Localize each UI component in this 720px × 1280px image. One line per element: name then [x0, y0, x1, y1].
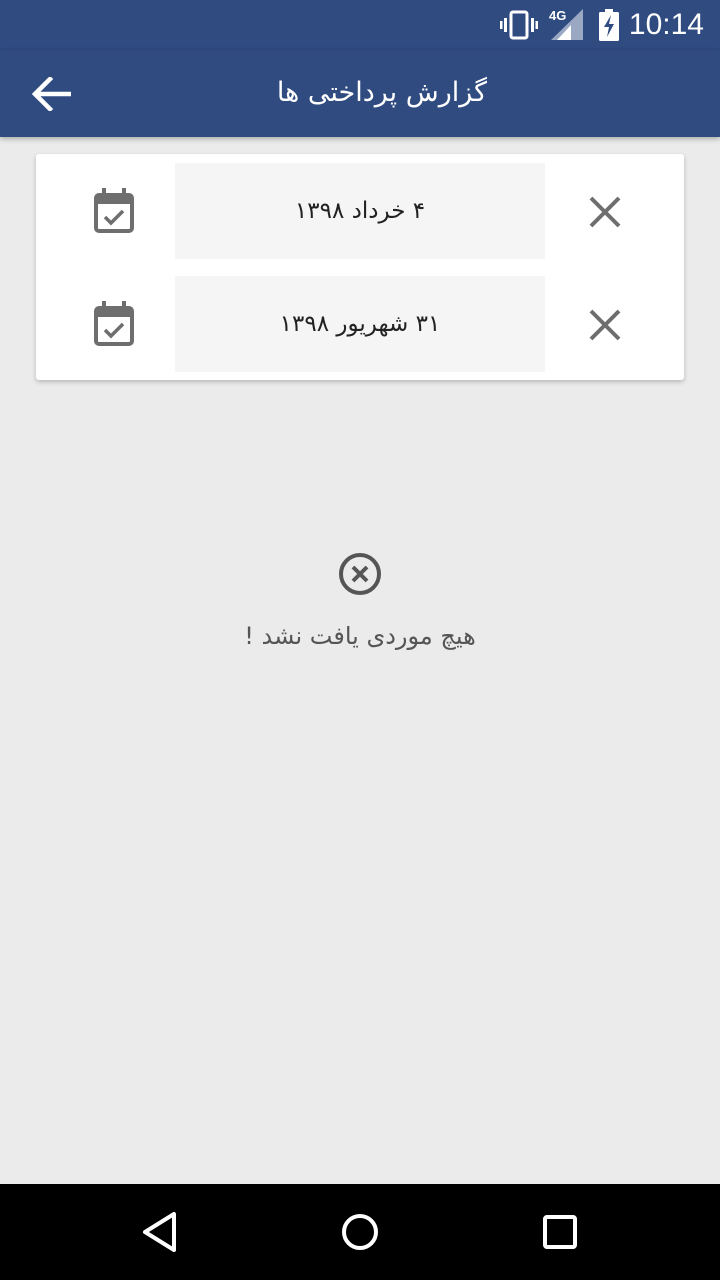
clear-to-date-button[interactable] — [582, 302, 628, 348]
navigation-bar — [0, 1184, 720, 1280]
to-date-calendar-button[interactable] — [88, 298, 140, 350]
back-button[interactable] — [22, 70, 80, 118]
from-date-row: ۴ خرداد ۱۳۹۸ — [36, 163, 684, 259]
clear-from-date-button[interactable] — [582, 189, 628, 235]
page-title: گزارش پرداختی ها — [276, 77, 487, 108]
to-date-row: ۳۱ شهریور ۱۳۹۸ — [36, 276, 684, 372]
screen: 4G 10:14 گزارش پرداختی ها ۴ خرداد ۱۳۹۸ ۳… — [0, 0, 720, 1280]
home-circle-icon — [342, 1214, 378, 1250]
from-date-calendar-button[interactable] — [88, 185, 140, 237]
close-icon — [589, 309, 621, 341]
circle-x-icon — [336, 550, 384, 598]
signal-icon: 4G — [547, 8, 585, 45]
status-bar: 4G 10:14 — [0, 0, 720, 50]
calendar-check-icon — [94, 301, 134, 346]
close-icon — [589, 196, 621, 228]
nav-recents-button[interactable] — [534, 1206, 586, 1258]
nav-home-button[interactable] — [334, 1206, 386, 1258]
date-filter-card: ۴ خرداد ۱۳۹۸ ۳۱ شهریور ۱۳۹۸ — [36, 154, 684, 380]
nav-back-button[interactable] — [134, 1206, 186, 1258]
battery-charging-icon — [598, 9, 620, 45]
app-bar: گزارش پرداختی ها — [0, 50, 720, 137]
calendar-check-icon — [94, 188, 134, 233]
empty-state-message: هیچ موردی یافت نشد ! — [244, 622, 476, 650]
vibrate-icon — [500, 9, 538, 45]
from-date-field[interactable]: ۴ خرداد ۱۳۹۸ — [175, 163, 545, 259]
to-date-field[interactable]: ۳۱ شهریور ۱۳۹۸ — [175, 276, 545, 372]
recents-square-icon — [543, 1215, 577, 1249]
network-type-label: 4G — [549, 8, 567, 23]
status-time: 10:14 — [628, 8, 704, 41]
back-triangle-icon — [143, 1212, 176, 1252]
arrow-left-icon — [31, 77, 71, 111]
